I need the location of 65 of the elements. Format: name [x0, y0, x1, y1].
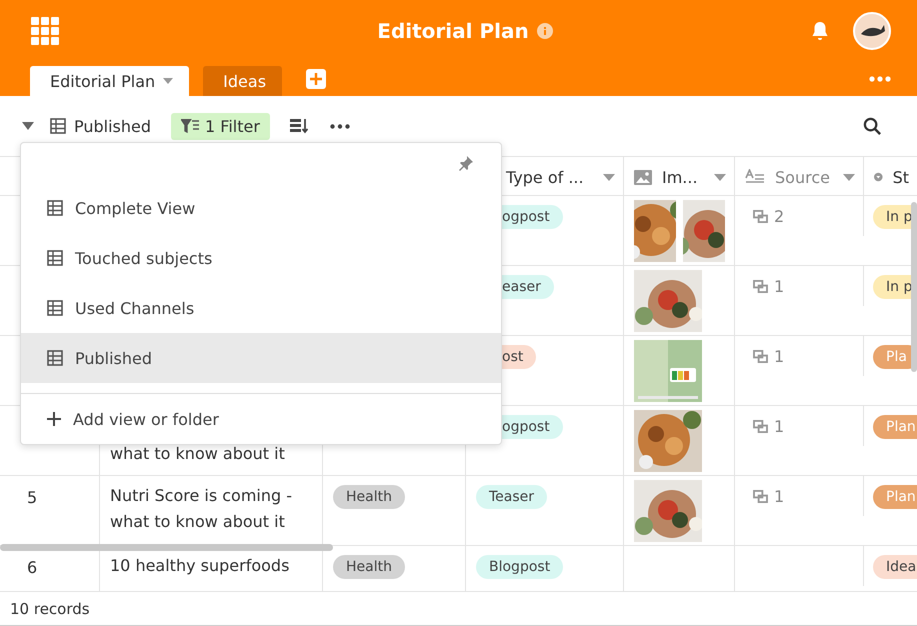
vertical-scrollbar[interactable] [911, 202, 917, 372]
search-icon[interactable] [863, 116, 882, 136]
add-view-button[interactable]: Add view or folder [21, 394, 501, 444]
plus-icon [47, 412, 61, 426]
caret-icon[interactable] [163, 78, 174, 84]
view-item[interactable]: Complete View [21, 183, 501, 233]
filter-button[interactable]: 1 Filter [171, 112, 270, 140]
text-icon [745, 169, 765, 185]
row-number: 6 [27, 558, 38, 577]
title-cell-text: what to know about it [110, 443, 285, 465]
view-item[interactable]: Published [21, 333, 501, 383]
caret-icon[interactable] [603, 174, 615, 180]
view-selector[interactable]: Published [50, 116, 152, 136]
bell-icon[interactable] [811, 21, 829, 41]
status-tag: Idea [873, 555, 917, 579]
link-count: 1 [774, 416, 784, 436]
type-tag: ost [502, 345, 536, 369]
table-icon [47, 250, 63, 266]
link-icon [753, 420, 768, 432]
link-icon [753, 490, 768, 502]
caret-icon[interactable] [843, 174, 855, 180]
horizontal-scrollbar[interactable] [0, 544, 333, 551]
image-icon [634, 170, 652, 184]
apps-grid-icon[interactable] [31, 17, 59, 45]
column-header[interactable]: St [892, 168, 909, 186]
title-cell-text: Nutri Score is coming - what to know about it [110, 485, 294, 533]
link-icon [753, 280, 768, 292]
info-icon[interactable] [536, 23, 553, 39]
type-tag: Blogpost [476, 555, 564, 579]
column-header[interactable]: Type of ... [506, 168, 584, 186]
caret-icon[interactable] [714, 174, 726, 180]
column-header[interactable]: Im... [662, 168, 698, 186]
topic-tag: Health [333, 485, 405, 509]
link-count: 1 [774, 346, 784, 366]
type-tag: ogpost [502, 415, 563, 439]
table-icon [47, 200, 63, 216]
table-icon [50, 118, 66, 134]
avatar[interactable] [853, 12, 891, 50]
link-count: 2 [774, 206, 784, 226]
record-count: 10 records [10, 600, 90, 618]
pin-icon[interactable] [458, 155, 474, 171]
link-icon [753, 350, 768, 362]
status-tag: Plan [873, 415, 917, 439]
view-item[interactable]: Touched subjects [21, 233, 501, 283]
link-icon [753, 210, 768, 222]
type-tag: ogpost [502, 205, 563, 229]
status-tag: Plan [873, 485, 917, 509]
filter-icon [181, 119, 200, 133]
topic-tag: Health [333, 555, 405, 579]
row-number: 5 [27, 488, 38, 507]
add-tab-icon[interactable] [306, 69, 326, 89]
table-tab[interactable]: Editorial Plan [30, 66, 190, 96]
base-title: Editorial Plan [377, 19, 529, 43]
view-item[interactable]: Used Channels [21, 283, 501, 333]
column-header[interactable]: Source [775, 168, 830, 186]
title-cell-text: 10 healthy superfoods [110, 555, 290, 577]
type-tag: Teaser [476, 485, 548, 509]
link-count: 1 [774, 276, 784, 296]
table-icon [47, 350, 63, 366]
more-icon[interactable] [330, 124, 350, 128]
table-icon [47, 300, 63, 316]
link-count: 1 [774, 486, 784, 506]
caret-icon[interactable] [22, 122, 34, 130]
sort-icon[interactable] [290, 118, 308, 134]
type-tag: easer [502, 275, 554, 299]
